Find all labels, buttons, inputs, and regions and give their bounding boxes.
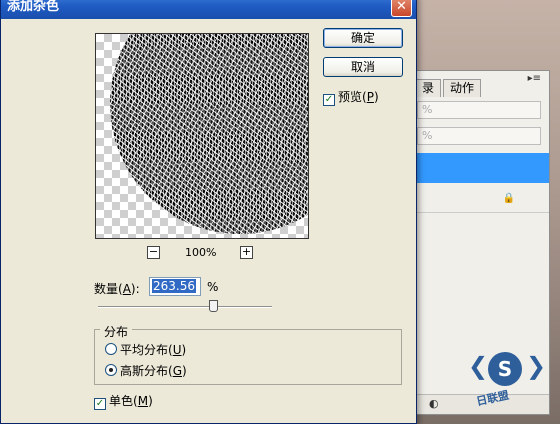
zoom-bar: − 100% + bbox=[147, 246, 257, 260]
layer-row[interactable]: 🔒 bbox=[411, 185, 549, 213]
distribution-title: 分布 bbox=[100, 323, 133, 340]
amount-slider-thumb[interactable] bbox=[209, 300, 218, 312]
amount-unit: % bbox=[207, 280, 219, 294]
amount-label: 数量(A): bbox=[94, 282, 140, 296]
amount-label-text: 数量 bbox=[94, 282, 119, 296]
amount-slider-track[interactable] bbox=[98, 306, 272, 308]
close-button[interactable]: ✕ bbox=[391, 0, 412, 17]
preview-checkbox[interactable]: ✓ 预览(P) bbox=[323, 90, 379, 106]
monochrome-check-icon[interactable]: ✓ bbox=[94, 398, 106, 410]
radio-uniform-key: U bbox=[172, 343, 182, 357]
wing-left-icon: ❮ bbox=[468, 352, 489, 380]
radio-gaussian-label: 高斯分布 bbox=[120, 364, 169, 378]
monochrome-key: M bbox=[137, 394, 149, 408]
panel-menu-icon[interactable]: ▸≡ bbox=[528, 73, 541, 84]
radio-uniform-button[interactable] bbox=[105, 343, 117, 355]
radio-gaussian-button[interactable] bbox=[105, 364, 117, 376]
preview-label: 预览 bbox=[338, 90, 363, 104]
watermark-text: 日联盟 bbox=[475, 388, 511, 409]
lock-icon: 🔒 bbox=[502, 193, 515, 204]
wing-right-icon: ❯ bbox=[526, 352, 547, 380]
zoom-level: 100% bbox=[185, 246, 217, 259]
monochrome-label: 单色 bbox=[109, 394, 134, 408]
tab-history[interactable]: 录 bbox=[415, 79, 442, 97]
dialog-title: 添加杂色 bbox=[7, 0, 60, 14]
watermark-logo: ❮ S ❯ 日联盟 bbox=[468, 322, 556, 418]
fill-field[interactable]: % bbox=[417, 127, 541, 145]
watermark-s-icon: S bbox=[488, 352, 522, 386]
radio-gaussian-key: G bbox=[172, 364, 183, 378]
amount-key: A bbox=[122, 282, 131, 296]
radio-uniform[interactable]: 平均分布(U) bbox=[105, 342, 186, 358]
radio-uniform-label: 平均分布 bbox=[120, 343, 169, 357]
cancel-button[interactable]: 取消 bbox=[323, 57, 403, 77]
monochrome-checkbox[interactable]: ✓ 单色(M) bbox=[94, 394, 153, 410]
ok-button[interactable]: 确定 bbox=[323, 28, 403, 48]
amount-input[interactable]: 263.56 bbox=[149, 277, 201, 296]
add-noise-dialog: 添加杂色 ✕ − 100% + 数量(A): 263.56 % 分布 平均分布(… bbox=[0, 0, 417, 424]
dialog-titlebar[interactable]: 添加杂色 bbox=[1, 0, 416, 19]
selected-layer[interactable] bbox=[411, 153, 549, 183]
preview-key: P bbox=[366, 90, 374, 104]
opacity-field[interactable]: % bbox=[417, 101, 541, 119]
adjustment-icon[interactable]: ◐ bbox=[429, 397, 439, 410]
radio-gaussian[interactable]: 高斯分布(G) bbox=[105, 363, 187, 379]
amount-value: 263.56 bbox=[152, 279, 196, 293]
zoom-in-button[interactable]: + bbox=[240, 246, 253, 259]
tab-actions[interactable]: 动作 bbox=[443, 79, 482, 97]
preview-check-icon[interactable]: ✓ bbox=[323, 94, 335, 106]
noise-preview-shape bbox=[110, 34, 308, 234]
preview-image[interactable] bbox=[95, 33, 309, 239]
zoom-out-button[interactable]: − bbox=[147, 246, 160, 259]
